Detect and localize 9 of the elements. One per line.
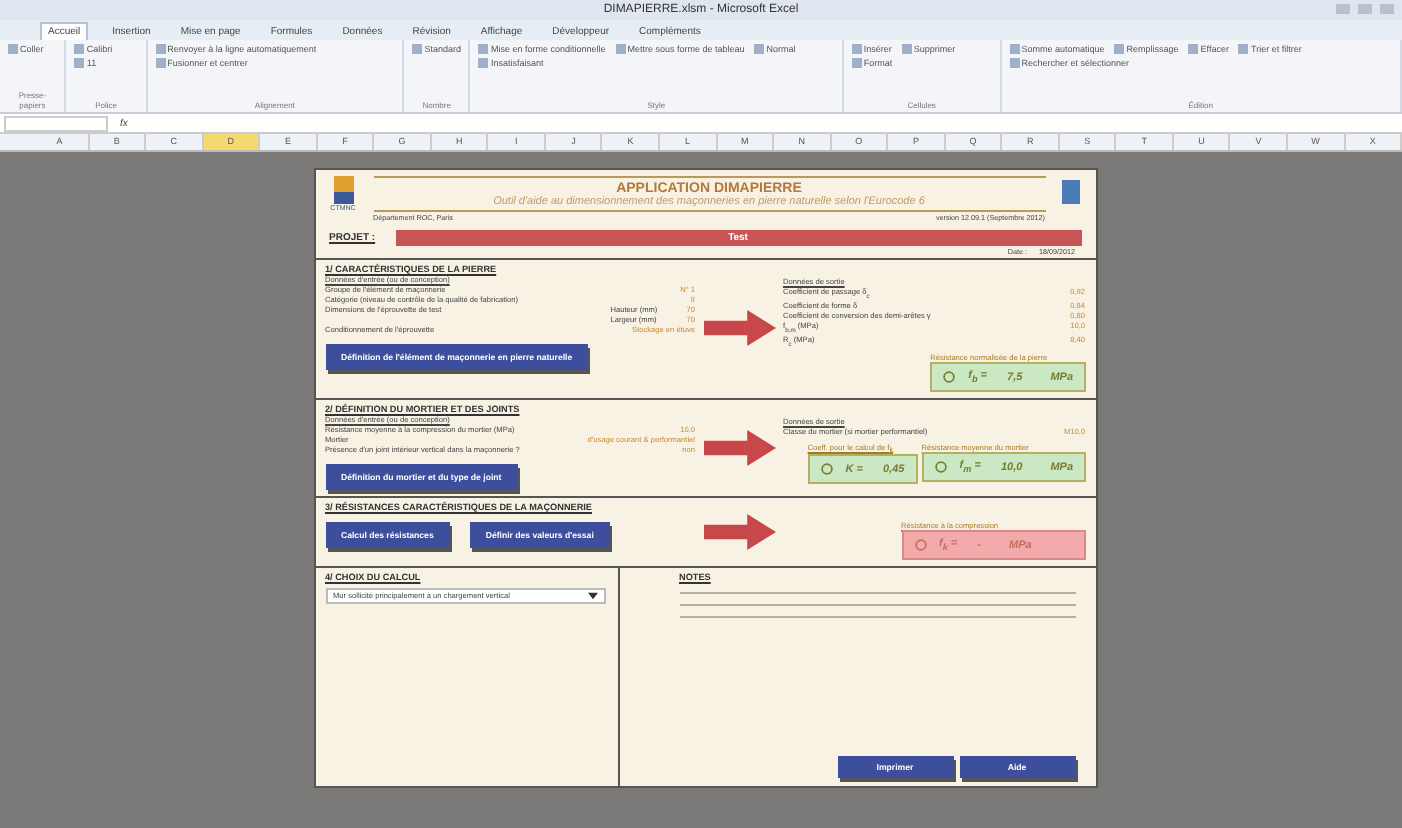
formula-icon (913, 538, 927, 553)
formula-icon (819, 462, 834, 477)
name-box[interactable] (4, 115, 108, 131)
right-arrow-icon (703, 310, 775, 347)
dropdown-caret-icon (587, 592, 597, 601)
formula-icon (942, 370, 957, 385)
right-arrow-icon (703, 429, 775, 466)
right-arrow-icon (703, 513, 775, 550)
formula-icon (933, 460, 948, 475)
